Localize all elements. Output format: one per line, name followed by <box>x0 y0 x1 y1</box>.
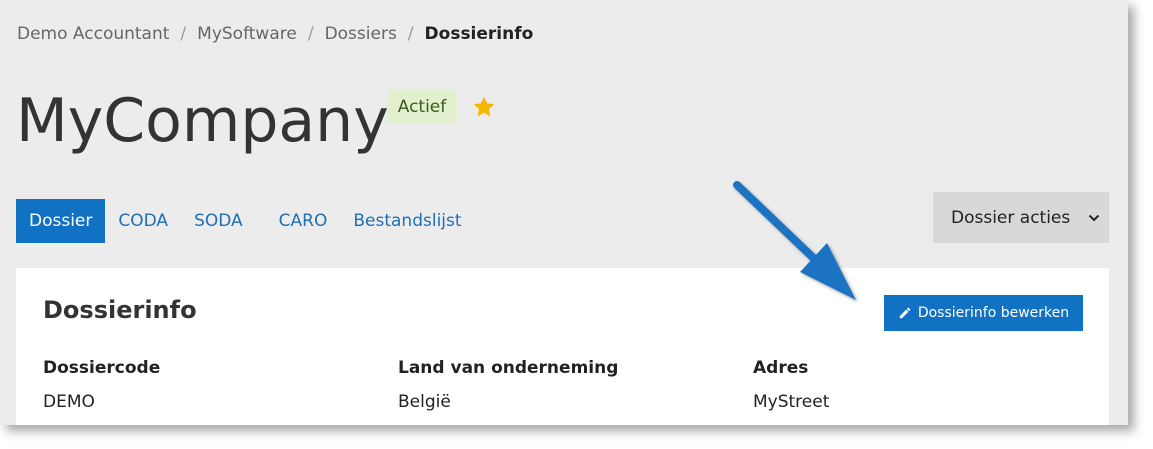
field-value: DEMO <box>43 392 95 412</box>
field-value: MyStreet <box>753 392 830 412</box>
field-land: Land van onderneming België <box>398 358 618 412</box>
field-adres: Adres MyStreet <box>753 358 829 412</box>
chevron-down-icon <box>1089 214 1100 221</box>
tab-coda[interactable]: CODA <box>105 199 181 243</box>
pencil-icon <box>899 307 911 319</box>
dossier-actions-dropdown[interactable]: Dossier acties <box>933 192 1109 243</box>
breadcrumb-item-software[interactable]: MySoftware <box>197 24 297 44</box>
app-window: Demo Accountant / MySoftware / Dossiers … <box>0 0 1128 425</box>
breadcrumb-separator: / <box>307 24 314 44</box>
edit-dossierinfo-button[interactable]: Dossierinfo bewerken <box>884 295 1083 331</box>
tab-dossier[interactable]: Dossier <box>16 199 106 243</box>
page-title: MyCompany <box>16 86 389 156</box>
breadcrumb-item-dossiers[interactable]: Dossiers <box>325 24 397 44</box>
field-dossiercode: Dossiercode DEMO <box>43 358 160 412</box>
field-label: Land van onderneming <box>398 358 619 378</box>
dossierinfo-card: Dossierinfo Dossierinfo bewerken Dossier… <box>16 268 1109 425</box>
breadcrumb-separator: / <box>407 24 414 44</box>
field-label: Adres <box>753 358 809 378</box>
dossier-actions-label: Dossier acties <box>951 207 1071 228</box>
tab-bar: Dossier CODA SODA CARO Bestandslijst <box>16 199 475 243</box>
edit-button-label: Dossierinfo bewerken <box>917 305 1070 321</box>
tab-caro[interactable]: CARO <box>266 199 341 243</box>
star-icon[interactable] <box>471 94 497 120</box>
status-badge: Actief <box>387 90 457 124</box>
breadcrumb-separator: / <box>180 24 187 44</box>
tab-bestandslijst[interactable]: Bestandslijst <box>340 199 474 243</box>
card-title: Dossierinfo <box>43 296 197 324</box>
breadcrumb-item-accountant[interactable]: Demo Accountant <box>17 24 169 44</box>
breadcrumb-current: Dossierinfo <box>424 24 534 44</box>
tab-soda[interactable]: SODA <box>181 199 256 243</box>
field-value: België <box>398 392 451 412</box>
field-label: Dossiercode <box>43 358 161 378</box>
breadcrumb: Demo Accountant / MySoftware / Dossiers … <box>17 24 533 44</box>
